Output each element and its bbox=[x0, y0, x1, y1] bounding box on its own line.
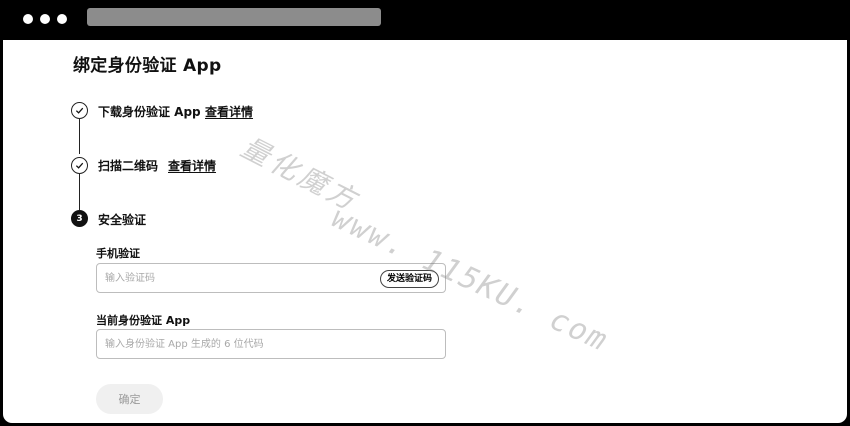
window-dot-icon[interactable] bbox=[23, 14, 33, 24]
address-bar[interactable] bbox=[87, 8, 381, 26]
app-code-field bbox=[96, 329, 446, 359]
step-connector bbox=[79, 119, 80, 154]
phone-verify-label: 手机验证 bbox=[96, 247, 140, 260]
step-1-details-link[interactable]: 查看详情 bbox=[205, 103, 253, 120]
window-dot-icon[interactable] bbox=[40, 14, 50, 24]
step-2-details-link[interactable]: 查看详情 bbox=[168, 157, 216, 174]
page-title: 绑定身份验证 App bbox=[73, 56, 222, 76]
phone-code-field: 发送验证码 bbox=[96, 263, 446, 293]
step-connector bbox=[79, 174, 80, 210]
step-2-label: 扫描二维码 bbox=[98, 159, 159, 173]
page-content: 绑定身份验证 App 下载身份验证 App 查看详情 扫描二维码 查看详情 3 … bbox=[3, 40, 847, 423]
app-verify-label: 当前身份验证 App bbox=[96, 314, 191, 327]
step-1-label: 下载身份验证 App bbox=[98, 105, 201, 119]
confirm-button[interactable]: 确定 bbox=[96, 384, 163, 414]
app-code-input[interactable] bbox=[97, 330, 445, 358]
step-3-number: 3 bbox=[71, 210, 88, 227]
watermark-text: 量化魔方 bbox=[235, 130, 365, 218]
step-2-done-check-icon bbox=[71, 157, 88, 174]
step-3-label: 安全验证 bbox=[98, 213, 147, 227]
window-dot-icon[interactable] bbox=[57, 14, 67, 24]
send-code-button[interactable]: 发送验证码 bbox=[379, 270, 439, 288]
step-1-done-check-icon bbox=[71, 102, 88, 119]
browser-titlebar bbox=[0, 0, 850, 40]
